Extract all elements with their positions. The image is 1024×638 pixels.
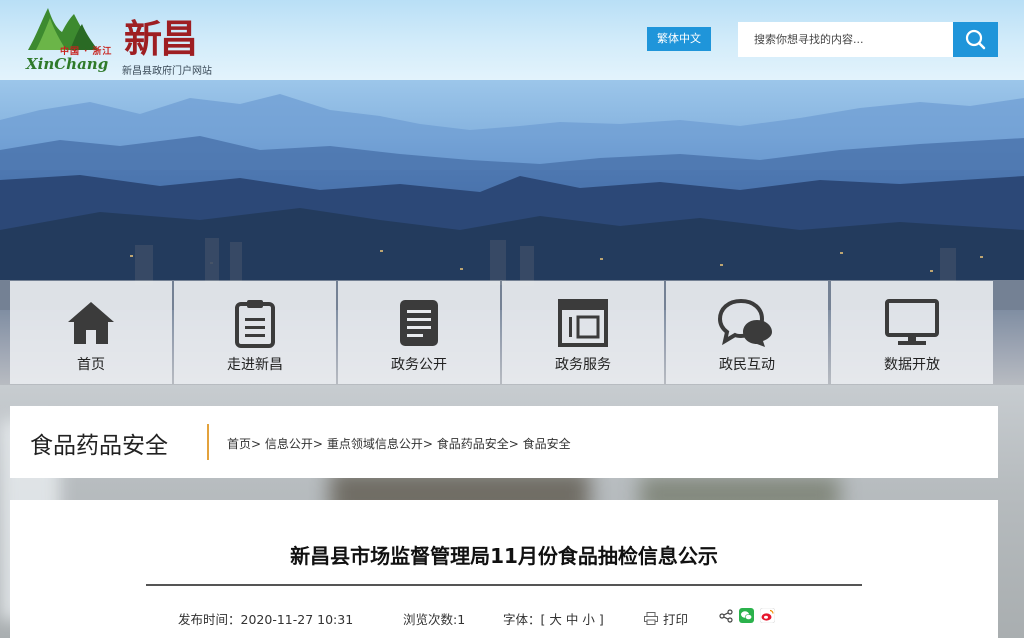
nav-label: 政务服务	[555, 357, 611, 373]
breadcrumb-link-home[interactable]: 首页	[227, 437, 251, 451]
publish-label: 发布时间：	[178, 612, 241, 627]
monitor-icon	[885, 299, 939, 345]
share-icon[interactable]	[719, 609, 733, 623]
font-size-control: 字体：[ 大 中 小 ]	[503, 609, 604, 628]
breadcrumb-bar: 食品药品安全 首页> 信息公开> 重点领域信息公开> 食品药品安全> 食品安全	[10, 406, 998, 478]
breadcrumb-link-info[interactable]: 信息公开	[265, 437, 313, 451]
nav-label: 走进新昌	[227, 357, 283, 373]
banner-image: 首页 走进新昌 政务公开 政务服务 政民互动 数据开放	[0, 80, 1024, 385]
main-nav: 首页 走进新昌 政务公开 政务服务 政民互动 数据开放	[10, 281, 993, 384]
font-small-button[interactable]: 小	[582, 612, 595, 627]
nav-label: 首页	[77, 357, 105, 373]
views-value: 1	[457, 612, 466, 627]
print-label: 打印	[663, 612, 689, 627]
service-icon	[558, 299, 608, 347]
nav-item-open-data[interactable]: 数据开放	[831, 281, 993, 384]
breadcrumb-link-key-areas[interactable]: 重点领域信息公开	[327, 437, 423, 451]
view-count: 浏览次数:1	[403, 609, 465, 628]
search-input[interactable]	[738, 22, 953, 57]
title-divider	[146, 584, 862, 586]
nav-item-gov-service[interactable]: 政务服务	[502, 281, 664, 384]
site-logo[interactable]: 中国 · 浙江 XinChang 新昌 新昌县政府门户网站	[22, 6, 232, 77]
breadcrumb-separator: >	[312, 437, 323, 451]
font-medium-button[interactable]: 中	[566, 612, 579, 627]
chat-icon	[717, 298, 772, 347]
nav-label: 政务公开	[391, 357, 447, 373]
section-title: 食品药品安全	[30, 433, 168, 459]
publish-time: 发布时间：2020-11-27 10:31	[178, 609, 353, 628]
breadcrumb-link-food-drug[interactable]: 食品药品安全	[437, 437, 509, 451]
search-icon	[965, 29, 986, 50]
logo-english-text: XinChang	[26, 55, 109, 73]
nav-item-home[interactable]: 首页	[10, 281, 172, 384]
breadcrumb: 首页> 信息公开> 重点领域信息公开> 食品药品安全> 食品安全	[227, 435, 571, 452]
nav-label: 政民互动	[719, 357, 775, 373]
nav-item-interaction[interactable]: 政民互动	[666, 281, 828, 384]
breadcrumb-separator: >	[422, 437, 433, 451]
font-label: 字体：	[503, 612, 541, 627]
font-large-button[interactable]: 大	[549, 612, 562, 627]
traditional-chinese-button[interactable]: 繁体中文	[647, 27, 711, 51]
printer-icon	[644, 612, 658, 625]
publish-value: 2020-11-27 10:31	[240, 612, 354, 627]
nav-item-gov-open[interactable]: 政务公开	[338, 281, 500, 384]
breadcrumb-link-food-safety[interactable]: 食品安全	[523, 437, 571, 451]
logo-chinese-text: 新昌	[124, 16, 198, 61]
views-label: 浏览次数:	[403, 612, 458, 627]
share-bar	[719, 607, 776, 624]
font-bracket-open: [	[540, 612, 546, 627]
article-panel: 新昌县市场监督管理局11月份食品抽检信息公示 发布时间：2020-11-27 1…	[10, 500, 998, 638]
nav-item-about[interactable]: 走进新昌	[174, 281, 336, 384]
document-icon	[400, 300, 438, 346]
logo-subtitle: 新昌县政府门户网站	[122, 66, 212, 77]
home-icon	[68, 302, 114, 344]
nav-label: 数据开放	[884, 357, 940, 373]
weibo-icon[interactable]	[759, 607, 776, 624]
search-button[interactable]	[953, 22, 998, 57]
breadcrumb-separator: >	[251, 437, 262, 451]
breadcrumb-separator: >	[508, 437, 519, 451]
search-box	[738, 22, 953, 57]
site-header: 中国 · 浙江 XinChang 新昌 新昌县政府门户网站 繁体中文	[0, 0, 1024, 80]
article-title: 新昌县市场监督管理局11月份食品抽检信息公示	[290, 544, 718, 568]
section-divider	[207, 424, 209, 460]
clipboard-icon	[235, 300, 275, 348]
font-bracket-close: ]	[598, 612, 604, 627]
wechat-icon[interactable]	[738, 608, 754, 623]
print-button[interactable]: 打印	[644, 609, 688, 628]
